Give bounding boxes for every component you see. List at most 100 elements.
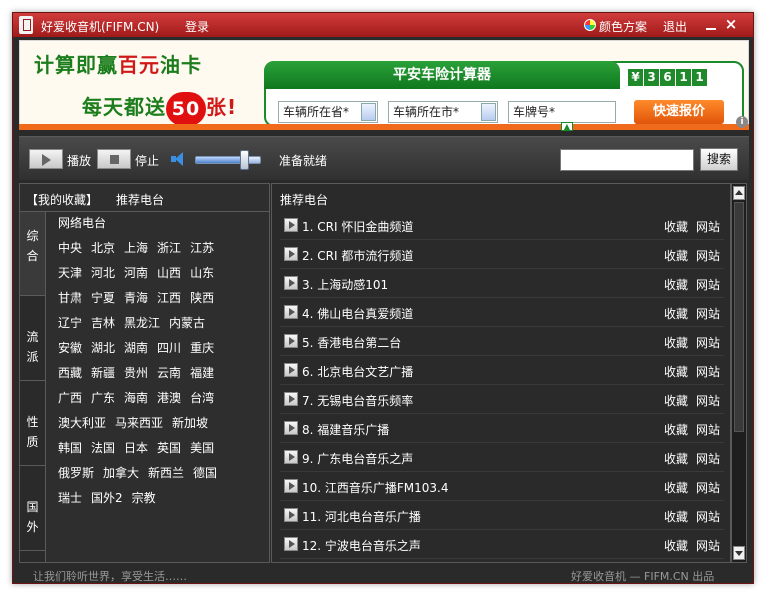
station-favorite-link[interactable]: 收藏 xyxy=(664,537,688,554)
region-item[interactable]: 加拿大 xyxy=(103,464,139,481)
region-item[interactable]: 浙江 xyxy=(157,239,181,256)
station-row[interactable]: 8. 福建音乐广播 收藏 网站 xyxy=(280,414,724,443)
region-item[interactable]: 宗教 xyxy=(132,489,156,506)
station-favorite-link[interactable]: 收藏 xyxy=(664,421,688,438)
station-play-icon[interactable] xyxy=(284,363,298,377)
quick-quote-button[interactable]: 快速报价 xyxy=(634,100,724,124)
region-item[interactable]: 新加坡 xyxy=(172,414,208,431)
region-item[interactable]: 西藏 xyxy=(58,364,82,381)
region-item[interactable]: 江西 xyxy=(157,289,181,306)
station-row[interactable]: 4. 佛山电台真爱频道 收藏 网站 xyxy=(280,298,724,327)
station-row[interactable]: 6. 北京电台文艺广播 收藏 网站 xyxy=(280,356,724,385)
station-row[interactable]: 3. 上海动感101 收藏 网站 xyxy=(280,269,724,298)
station-row[interactable]: 11. 河北电台音乐广播 收藏 网站 xyxy=(280,501,724,530)
station-row[interactable]: 9. 广东电台音乐之声 收藏 网站 xyxy=(280,443,724,472)
region-item[interactable]: 台湾 xyxy=(190,389,214,406)
close-icon[interactable]: × xyxy=(723,15,739,33)
station-favorite-link[interactable]: 收藏 xyxy=(664,450,688,467)
region-item[interactable]: 山西 xyxy=(157,264,181,281)
station-name[interactable]: 9. 广东电台音乐之声 xyxy=(302,450,413,467)
color-scheme-button[interactable]: 颜色方案 xyxy=(599,18,647,35)
station-name[interactable]: 12. 宁波电台音乐之声 xyxy=(302,537,421,554)
station-favorite-link[interactable]: 收藏 xyxy=(664,247,688,264)
exit-button[interactable]: 退出 xyxy=(663,18,687,35)
region-item[interactable]: 江苏 xyxy=(190,239,214,256)
region-item[interactable]: 甘肃 xyxy=(58,289,82,306)
region-item[interactable]: 网络电台 xyxy=(58,214,106,231)
scrollbar-thumb[interactable] xyxy=(734,202,744,432)
tab-favorites[interactable]: 【我的收藏】 xyxy=(26,191,98,208)
station-favorite-link[interactable]: 收藏 xyxy=(664,305,688,322)
station-name[interactable]: 8. 福建音乐广播 xyxy=(302,421,389,438)
station-website-link[interactable]: 网站 xyxy=(696,276,720,293)
station-website-link[interactable]: 网站 xyxy=(696,479,720,496)
station-favorite-link[interactable]: 收藏 xyxy=(664,508,688,525)
station-play-icon[interactable] xyxy=(284,421,298,435)
station-play-icon[interactable] xyxy=(284,537,298,551)
category-foreign[interactable]: 国外 xyxy=(20,467,45,551)
play-label[interactable]: 播放 xyxy=(67,152,91,169)
station-website-link[interactable]: 网站 xyxy=(696,392,720,409)
stop-button[interactable] xyxy=(97,149,131,169)
plate-number-field[interactable]: 车牌号* xyxy=(508,101,616,123)
region-item[interactable]: 河北 xyxy=(91,264,115,281)
station-favorite-link[interactable]: 收藏 xyxy=(664,218,688,235)
info-icon[interactable]: i xyxy=(736,116,748,128)
region-item[interactable]: 重庆 xyxy=(190,339,214,356)
region-item[interactable]: 英国 xyxy=(157,439,181,456)
station-name[interactable]: 4. 佛山电台真爱频道 xyxy=(302,305,413,322)
region-item[interactable]: 新疆 xyxy=(91,364,115,381)
region-item[interactable]: 马来西亚 xyxy=(115,414,163,431)
station-play-icon[interactable] xyxy=(284,305,298,319)
station-website-link[interactable]: 网站 xyxy=(696,334,720,351)
region-item[interactable]: 湖北 xyxy=(91,339,115,356)
station-row[interactable]: 10. 江西音乐广播FM103.4 收藏 网站 xyxy=(280,472,724,501)
ad-banner[interactable]: 计算即赢百元油卡 每天都送 50 张! 平安车险计算器 ¥3 6 1 1 车辆所在省* 车… xyxy=(19,40,749,130)
station-name[interactable]: 10. 江西音乐广播FM103.4 xyxy=(302,479,449,496)
palette-icon[interactable] xyxy=(584,19,596,31)
station-play-icon[interactable] xyxy=(284,392,298,406)
station-name[interactable]: 1. CRI 怀旧金曲频道 xyxy=(302,218,413,235)
region-item[interactable]: 美国 xyxy=(190,439,214,456)
station-favorite-link[interactable]: 收藏 xyxy=(664,276,688,293)
region-item[interactable]: 新西兰 xyxy=(148,464,184,481)
region-item[interactable]: 上海 xyxy=(124,239,148,256)
region-item[interactable]: 国外2 xyxy=(91,489,123,506)
collapse-arrow-icon[interactable]: ▲ xyxy=(561,122,573,131)
minimize-icon[interactable] xyxy=(703,16,719,32)
station-play-icon[interactable] xyxy=(284,508,298,522)
station-play-icon[interactable] xyxy=(284,479,298,493)
station-scrollbar[interactable] xyxy=(731,183,747,563)
volume-icon[interactable] xyxy=(171,151,189,167)
region-item[interactable]: 澳大利亚 xyxy=(58,414,106,431)
stop-label[interactable]: 停止 xyxy=(135,152,159,169)
station-website-link[interactable]: 网站 xyxy=(696,363,720,380)
region-item[interactable]: 广西 xyxy=(58,389,82,406)
region-item[interactable]: 山东 xyxy=(190,264,214,281)
region-item[interactable]: 海南 xyxy=(124,389,148,406)
region-item[interactable]: 云南 xyxy=(157,364,181,381)
station-name[interactable]: 7. 无锡电台音乐频率 xyxy=(302,392,413,409)
region-item[interactable]: 辽宁 xyxy=(58,314,82,331)
station-row[interactable]: 2. CRI 都市流行频道 收藏 网站 xyxy=(280,240,724,269)
station-favorite-link[interactable]: 收藏 xyxy=(664,363,688,380)
region-item[interactable]: 内蒙古 xyxy=(169,314,205,331)
station-row[interactable]: 12. 宁波电台音乐之声 收藏 网站 xyxy=(280,530,724,559)
station-website-link[interactable]: 网站 xyxy=(696,421,720,438)
region-item[interactable]: 德国 xyxy=(193,464,217,481)
station-play-icon[interactable] xyxy=(284,218,298,232)
category-general[interactable]: 综合 xyxy=(20,212,45,296)
volume-thumb[interactable] xyxy=(240,150,249,170)
region-item[interactable]: 北京 xyxy=(91,239,115,256)
station-favorite-link[interactable]: 收藏 xyxy=(664,479,688,496)
station-name[interactable]: 2. CRI 都市流行频道 xyxy=(302,247,413,264)
city-select[interactable]: 车辆所在市* xyxy=(388,101,498,123)
station-favorite-link[interactable]: 收藏 xyxy=(664,334,688,351)
region-item[interactable]: 陕西 xyxy=(190,289,214,306)
station-name[interactable]: 6. 北京电台文艺广播 xyxy=(302,363,413,380)
search-button[interactable]: 搜索 xyxy=(700,148,738,171)
station-name[interactable]: 11. 河北电台音乐广播 xyxy=(302,508,421,525)
category-nature[interactable]: 性质 xyxy=(20,382,45,466)
region-item[interactable]: 瑞士 xyxy=(58,489,82,506)
region-item[interactable]: 吉林 xyxy=(91,314,115,331)
